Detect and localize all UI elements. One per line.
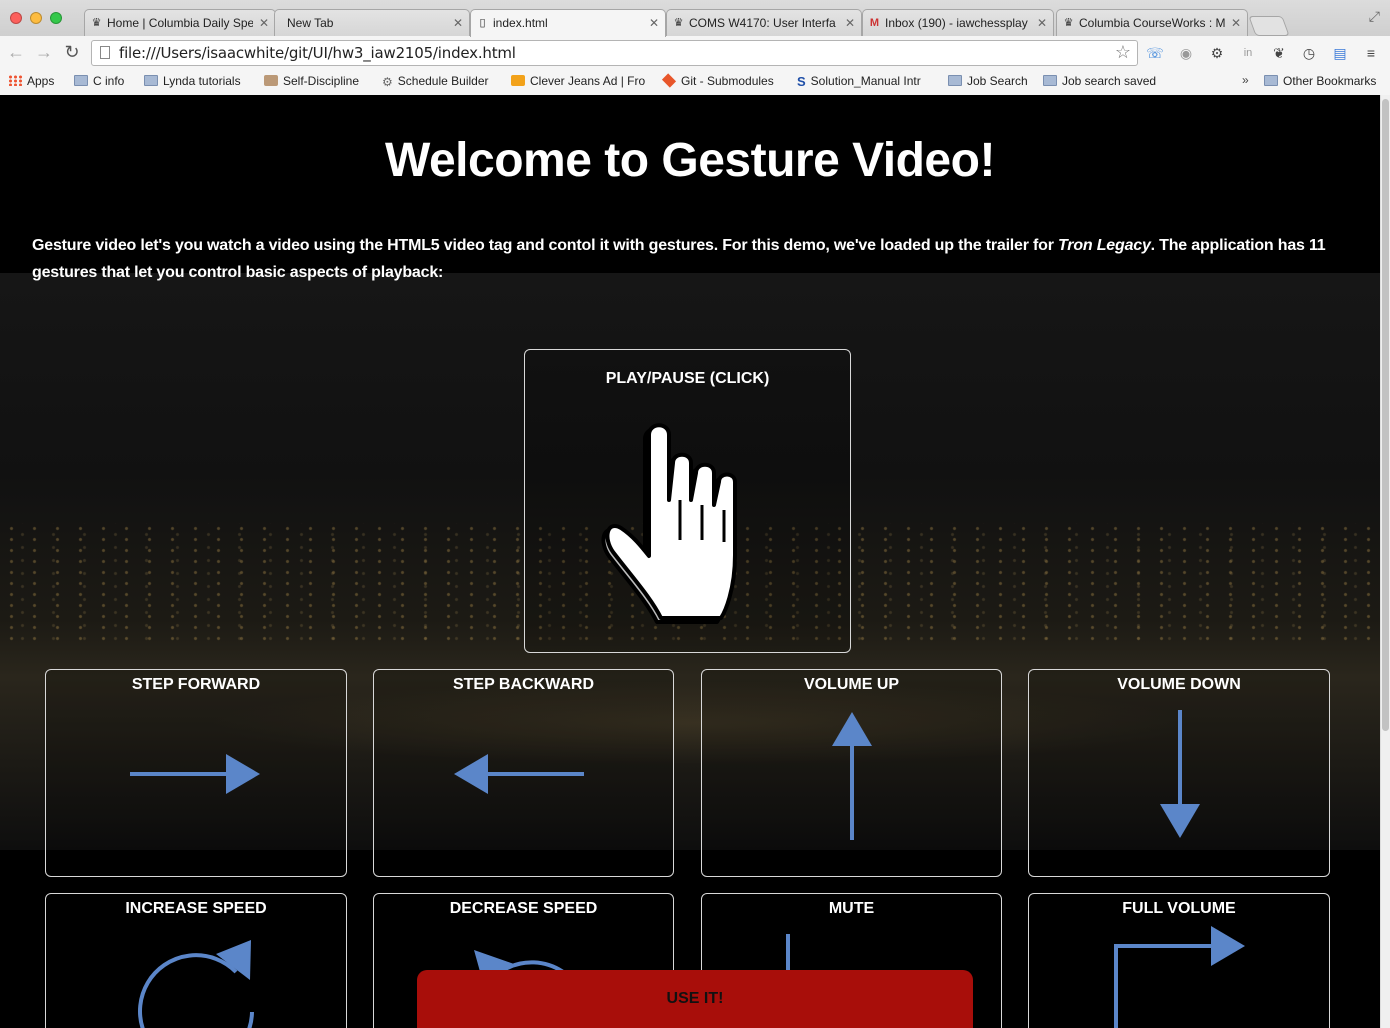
fullscreen-icon[interactable]: ⤢	[1369, 8, 1380, 25]
git-icon	[661, 73, 677, 88]
bookmark-solution-manual[interactable]: S Solution_Manual Intr	[797, 70, 921, 93]
skype-icon[interactable]: ☏	[1146, 44, 1164, 62]
back-arrow-icon[interactable]: ←	[6, 42, 26, 62]
gesture-card-full-volume: FULL VOLUME	[1028, 893, 1330, 1028]
bookmark-c-info[interactable]: C info	[74, 70, 124, 92]
crown-icon: ♛	[673, 17, 684, 29]
shield-extension-icon[interactable]: ◉	[1177, 44, 1195, 62]
gesture-card-step-backward: STEP BACKWARD	[373, 669, 674, 877]
folder-icon	[948, 75, 962, 86]
url-text[interactable]: file:///Users/isaacwhite/git/UI/hw3_iaw2…	[119, 41, 516, 65]
bookmark-apps[interactable]: Apps	[8, 70, 54, 92]
linkedin-icon[interactable]: in	[1239, 44, 1257, 62]
folder-icon	[144, 75, 158, 86]
new-tab-button[interactable]	[1248, 16, 1290, 36]
bookmark-git-submodules[interactable]: Git - Submodules	[661, 70, 774, 92]
tab-courseworks[interactable]: ♛ Columbia CourseWorks : M ✕	[1056, 9, 1248, 36]
hand-pointer-icon	[601, 423, 737, 624]
minimize-window-button[interactable]	[30, 12, 42, 24]
bookmark-job-search[interactable]: Job Search	[948, 70, 1028, 92]
address-bar[interactable]: file:///Users/isaacwhite/git/UI/hw3_iaw2…	[91, 40, 1138, 66]
arrow-down-icon	[1160, 710, 1200, 838]
page-icon	[100, 46, 110, 59]
zoom-window-button[interactable]	[50, 12, 62, 24]
arrow-right-icon	[130, 754, 260, 794]
bookmark-clever-jeans[interactable]: Clever Jeans Ad | Fro	[511, 70, 645, 92]
gesture-card-step-forward: STEP FORWARD	[45, 669, 347, 877]
arrow-left-icon	[454, 754, 584, 794]
tab-columbia-spectator[interactable]: ♛ Home | Columbia Daily Spe ✕	[84, 9, 276, 36]
arrow-up-icon	[832, 712, 872, 840]
folder-extension-icon[interactable]: ▤	[1331, 44, 1349, 62]
corner-arrow-right-icon	[1114, 926, 1245, 1028]
tab-close-icon[interactable]: ✕	[649, 10, 659, 36]
gear-icon: ⚙	[382, 75, 393, 89]
folder-icon	[74, 75, 88, 86]
bookmark-lynda[interactable]: Lynda tutorials	[144, 70, 241, 92]
tab-close-icon[interactable]: ✕	[1231, 10, 1241, 36]
apps-grid-icon	[8, 75, 22, 86]
tab-close-icon[interactable]: ✕	[259, 10, 269, 36]
gear-icon[interactable]: ⚙	[1208, 44, 1226, 62]
gesture-card-increase-speed: INCREASE SPEED	[45, 893, 347, 1028]
close-window-button[interactable]	[10, 12, 22, 24]
more-bookmarks-icon[interactable]: »	[1242, 73, 1249, 87]
tab-coms-w4170[interactable]: ♛ COMS W4170: User Interfa ✕	[666, 9, 862, 36]
folder-icon	[1264, 75, 1278, 86]
crown-icon: ♛	[1063, 17, 1074, 29]
page-icon: ▯	[479, 17, 486, 29]
page-scrollbar[interactable]	[1380, 95, 1390, 1028]
s-icon: S	[797, 74, 806, 89]
tab-close-icon[interactable]: ✕	[1037, 10, 1047, 36]
tab-new-tab[interactable]: New Tab ✕	[274, 9, 470, 36]
gesture-card-volume-up: VOLUME UP	[701, 669, 1002, 877]
evernote-icon[interactable]: ❦	[1270, 44, 1288, 62]
tab-strip: ♛ Home | Columbia Daily Spe ✕ New Tab ✕ …	[0, 0, 1390, 37]
page-content: Welcome to Gesture Video! Gesture video …	[0, 95, 1380, 1028]
gesture-card-volume-down: VOLUME DOWN	[1028, 669, 1330, 877]
circle-arrow-clockwise-icon	[138, 940, 254, 1028]
use-it-button[interactable]: USE IT!	[417, 970, 973, 1028]
clock-extension-icon[interactable]: ◷	[1300, 44, 1318, 62]
tab-close-icon[interactable]: ✕	[453, 10, 463, 36]
bookmarks-bar: Apps C info Lynda tutorials Self-Discipl…	[0, 70, 1390, 95]
scrollbar-thumb[interactable]	[1382, 99, 1389, 731]
movie-title: Tron Legacy	[1058, 237, 1151, 254]
tab-index-html[interactable]: ▯ index.html ✕	[470, 9, 666, 37]
folder-icon	[1043, 75, 1057, 86]
site-icon	[511, 75, 525, 86]
bookmark-schedule-builder[interactable]: ⚙ Schedule Builder	[382, 70, 489, 93]
tab-gmail-inbox[interactable]: M Inbox (190) - iawchessplay ✕	[862, 9, 1054, 36]
bookmark-self-discipline[interactable]: Self-Discipline	[264, 70, 359, 92]
other-bookmarks[interactable]: Other Bookmarks	[1264, 70, 1376, 92]
forward-arrow-icon[interactable]: →	[34, 42, 54, 62]
person-icon	[264, 75, 278, 86]
browser-chrome: ♛ Home | Columbia Daily Spe ✕ New Tab ✕ …	[0, 0, 1390, 96]
page-title: Welcome to Gesture Video!	[385, 134, 995, 187]
gmail-icon: M	[869, 17, 880, 29]
bookmark-star-icon[interactable]: ☆	[1115, 42, 1131, 63]
reload-icon[interactable]: ↻	[62, 42, 82, 62]
bookmark-job-search-saved[interactable]: Job search saved	[1043, 70, 1156, 92]
menu-icon[interactable]: ≡	[1362, 44, 1380, 62]
tab-close-icon[interactable]: ✕	[845, 10, 855, 36]
intro-text: Gesture video let's you watch a video us…	[32, 237, 1326, 281]
crown-icon: ♛	[91, 17, 102, 29]
gesture-card-play-pause: PLAY/PAUSE (CLICK)	[524, 349, 851, 653]
